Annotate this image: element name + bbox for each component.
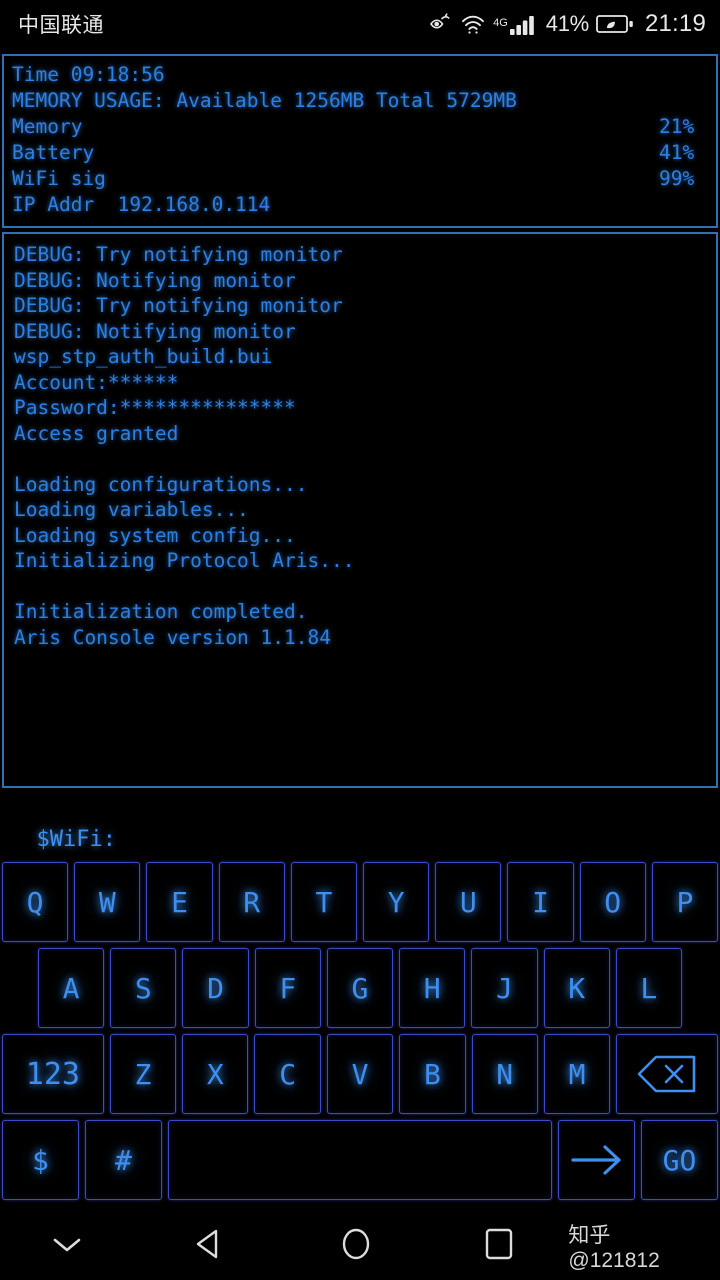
chevron-down-icon xyxy=(50,1232,84,1260)
key-arrow-right[interactable] xyxy=(558,1120,636,1200)
key-i[interactable]: I xyxy=(507,862,574,942)
key-c[interactable]: C xyxy=(254,1034,321,1114)
key-b[interactable]: B xyxy=(399,1034,466,1114)
back-button[interactable] xyxy=(133,1228,281,1264)
meter-track-wifi xyxy=(116,170,650,189)
console-line: DEBUG: Try notifying monitor xyxy=(14,243,343,266)
keyboard-row-3: 123 Z X C V B N M xyxy=(2,1034,719,1114)
key-f[interactable]: F xyxy=(254,948,321,1028)
meter-track-memory xyxy=(116,118,650,137)
status-bar: 中国联通 4G 41% 21:19 xyxy=(0,0,720,48)
key-t[interactable]: T xyxy=(290,862,358,942)
key-k[interactable]: K xyxy=(543,948,610,1028)
console-line: Loading configurations... xyxy=(14,472,308,496)
keyboard-row-1: QWERTYUIOP xyxy=(2,862,719,942)
console-line: DEBUG: Notifying monitor xyxy=(14,268,296,292)
back-triangle-icon xyxy=(194,1228,222,1264)
battery-percent-label: 41% xyxy=(545,11,589,36)
key-j[interactable]: J xyxy=(471,948,538,1028)
meter-row-wifi: WiFi sig 99% xyxy=(12,166,708,192)
key-s[interactable]: S xyxy=(110,948,177,1028)
meter-label-wifi: WiFi sig xyxy=(12,167,106,190)
keyboard-row-2: ASDFGHJKL xyxy=(2,948,718,1028)
command-prompt[interactable]: $WiFi: xyxy=(0,788,720,862)
key-dollar[interactable]: $ xyxy=(2,1120,79,1200)
recents-button[interactable] xyxy=(430,1227,568,1265)
meter-percent-battery: 41% xyxy=(659,141,695,164)
meter-percent-wifi: 99% xyxy=(659,167,695,190)
key-123[interactable]: 123 xyxy=(2,1034,104,1114)
key-x[interactable]: X xyxy=(182,1034,249,1114)
battery-saver-icon xyxy=(596,13,634,35)
backspace-icon xyxy=(636,1053,698,1095)
console-line: DEBUG: Notifying monitor xyxy=(14,319,296,343)
meter-track-battery xyxy=(116,144,650,163)
console-output[interactable]: DEBUG: Try notifying monitor DEBUG: Notif… xyxy=(2,232,718,788)
recents-square-icon xyxy=(484,1227,514,1265)
keyboard-row-4: $ # GO xyxy=(2,1120,718,1200)
key-m[interactable]: M xyxy=(543,1034,611,1114)
key-p[interactable]: P xyxy=(651,862,719,942)
console-line: Initialization completed. xyxy=(14,600,308,623)
key-q[interactable]: Q xyxy=(2,862,69,942)
eye-comfort-icon xyxy=(429,12,453,36)
network-type-label: 4G xyxy=(493,17,508,29)
key-backspace[interactable] xyxy=(616,1034,719,1114)
status-icons: 4G 41% 21:19 xyxy=(429,10,706,38)
key-o[interactable]: O xyxy=(579,862,646,942)
signal-4g-icon: 4G xyxy=(493,12,539,36)
key-w[interactable]: W xyxy=(74,862,141,942)
hide-keyboard-button[interactable] xyxy=(0,1232,133,1260)
memory-usage-line: MEMORY USAGE: Available 1256MB Total 572… xyxy=(12,89,517,112)
on-screen-keyboard[interactable]: QWERTYUIOP ASDFGHJKL 123 Z X C V B N M $… xyxy=(0,862,720,1200)
watermark-label: 知乎 @121812 xyxy=(568,1224,660,1272)
console-line: Password:*************** xyxy=(14,396,296,419)
key-h[interactable]: H xyxy=(399,948,466,1028)
key-go[interactable]: GO xyxy=(641,1120,718,1200)
meter-label-battery: Battery xyxy=(12,141,95,164)
meter-label-memory: Memory xyxy=(12,115,83,138)
key-a[interactable]: A xyxy=(38,948,105,1028)
clock-label: 21:19 xyxy=(644,10,706,37)
console-line: Access granted xyxy=(14,421,179,445)
meter-row-battery: Battery 41% xyxy=(12,140,708,166)
key-l[interactable]: L xyxy=(615,948,682,1028)
home-circle-icon xyxy=(340,1227,372,1265)
key-u[interactable]: U xyxy=(435,862,502,942)
system-navigation-bar: 知乎 @121812 xyxy=(0,1212,720,1280)
console-line: Initializing Protocol Aris... xyxy=(14,549,355,572)
key-z[interactable]: Z xyxy=(109,1034,177,1114)
time-line: Time 09:18:56 xyxy=(12,63,165,86)
console-line: Loading variables... xyxy=(14,498,249,521)
key-space[interactable] xyxy=(167,1120,553,1200)
console-line: DEBUG: Try notifying monitor xyxy=(14,294,343,317)
prompt-label: $WiFi: xyxy=(36,827,116,852)
system-info-panel: Time 09:18:56 MEMORY USAGE: Available 12… xyxy=(2,54,718,228)
meter-percent-memory: 21% xyxy=(659,115,695,138)
ip-address-line: IP Addr 192.168.0.114 xyxy=(12,193,271,216)
key-hash[interactable]: # xyxy=(84,1120,162,1200)
console-line: Account:****** xyxy=(14,370,179,394)
key-r[interactable]: R xyxy=(218,862,285,942)
console-line: Loading system config... xyxy=(14,523,296,547)
console-line: wsp_stp_auth_build.bui xyxy=(14,345,273,368)
carrier-label: 中国联通 xyxy=(18,14,104,37)
key-y[interactable]: Y xyxy=(363,862,430,942)
key-v[interactable]: V xyxy=(326,1034,394,1114)
key-n[interactable]: N xyxy=(471,1034,538,1114)
key-e[interactable]: E xyxy=(146,862,213,942)
wifi-icon xyxy=(460,13,486,35)
console-line: Aris Console version 1.1.84 xyxy=(14,625,331,649)
key-g[interactable]: G xyxy=(326,948,394,1028)
key-d[interactable]: D xyxy=(182,948,249,1028)
arrow-right-icon xyxy=(568,1142,626,1178)
home-button[interactable] xyxy=(282,1227,430,1265)
meter-row-memory: Memory 21% xyxy=(12,114,708,140)
